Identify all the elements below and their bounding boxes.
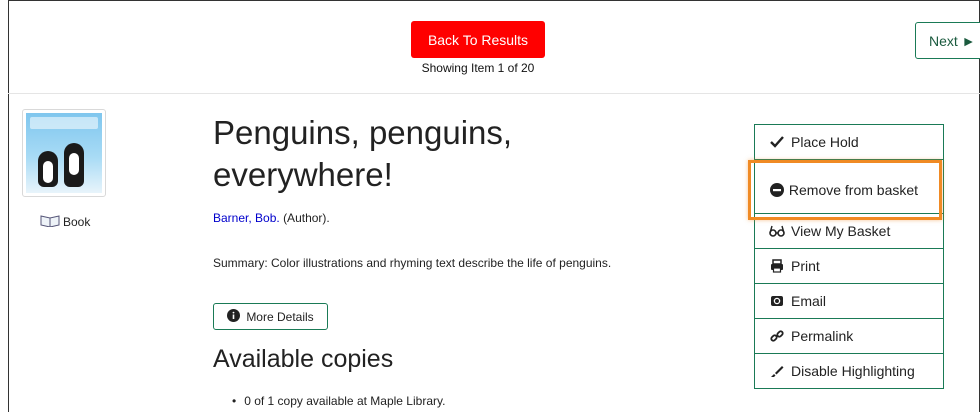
view-basket-label: View My Basket bbox=[791, 223, 891, 239]
format-label: Book bbox=[63, 214, 91, 229]
available-copies-heading: Available copies bbox=[213, 345, 394, 373]
place-hold-label: Place Hold bbox=[791, 134, 859, 150]
penguin-figure bbox=[38, 151, 58, 187]
results-nav-bar: Back To Results Showing Item 1 of 20 Nex… bbox=[8, 0, 980, 94]
envelope-icon bbox=[769, 293, 785, 309]
format-indicator: Book bbox=[40, 213, 90, 230]
disable-highlighting-label: Disable Highlighting bbox=[791, 363, 915, 379]
email-button[interactable]: Email bbox=[754, 283, 944, 319]
result-position-text: Showing Item 1 of 20 bbox=[421, 61, 535, 75]
author-role: (Author). bbox=[283, 211, 330, 225]
cover-thumbnail[interactable] bbox=[22, 109, 106, 197]
copies-list: 0 of 1 copy available at Maple Library. bbox=[232, 394, 445, 408]
record-summary: Summary: Color illustrations and rhyming… bbox=[213, 256, 612, 270]
record-title: Penguins, penguins, everywhere! bbox=[213, 114, 513, 193]
printer-icon bbox=[769, 258, 785, 274]
link-icon bbox=[769, 328, 785, 344]
disable-highlighting-button[interactable]: Disable Highlighting bbox=[754, 353, 944, 389]
print-button[interactable]: Print bbox=[754, 248, 944, 284]
checkmark-icon bbox=[769, 134, 785, 150]
email-label: Email bbox=[791, 293, 827, 309]
minus-circle-icon bbox=[769, 182, 785, 198]
author-line: Barner, Bob. (Author). bbox=[213, 211, 330, 225]
view-basket-button[interactable]: View My Basket bbox=[754, 213, 944, 249]
book-icon bbox=[40, 213, 60, 230]
cover-image bbox=[26, 113, 102, 193]
record-actions-panel: Place Hold Remove from basket View My Ba… bbox=[754, 124, 944, 389]
cover-title-banner bbox=[30, 117, 98, 129]
glasses-icon bbox=[769, 223, 785, 239]
info-icon bbox=[227, 308, 241, 325]
author-link[interactable]: Barner, Bob. bbox=[213, 211, 280, 225]
penguin-figure bbox=[64, 143, 84, 187]
permalink-label: Permalink bbox=[791, 328, 854, 344]
more-details-button[interactable]: More Details bbox=[213, 303, 328, 330]
next-button[interactable]: Next ► bbox=[915, 22, 980, 59]
remove-from-basket-button[interactable]: Remove from basket bbox=[754, 159, 944, 214]
print-label: Print bbox=[791, 258, 820, 274]
remove-from-basket-label: Remove from basket bbox=[788, 181, 919, 198]
copy-status-item: 0 of 1 copy available at Maple Library. bbox=[232, 394, 445, 408]
more-details-label: More Details bbox=[246, 309, 314, 324]
place-hold-button[interactable]: Place Hold bbox=[754, 124, 944, 160]
marker-icon bbox=[769, 363, 785, 379]
permalink-button[interactable]: Permalink bbox=[754, 318, 944, 354]
back-to-results-button[interactable]: Back To Results bbox=[411, 21, 545, 58]
